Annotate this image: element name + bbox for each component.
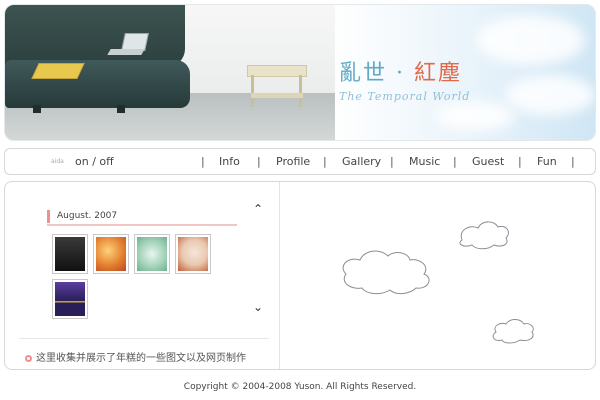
table-leg <box>251 75 254 107</box>
cloud-icon <box>492 319 534 344</box>
gallery-panel: August. 2007 ⌃ ⌄ 这里收集并展示了年糕的一些图文以及网页制作 <box>5 182 280 369</box>
sofa-seat <box>5 60 190 108</box>
site-subtitle: The Temporal World <box>339 90 471 103</box>
note-text: 这里收集并展示了年糕的一些图文以及网页制作 <box>36 353 246 364</box>
header-banner: 亂世 · 紅塵 The Temporal World <box>4 4 596 141</box>
sofa-back <box>5 5 185 67</box>
date-header: August. 2007 <box>47 210 237 226</box>
site-title-dot: · <box>396 61 406 86</box>
nav-separator: | <box>453 155 457 168</box>
bullet-circle-icon <box>25 355 32 362</box>
table-leg <box>299 75 302 107</box>
nav-separator: | <box>201 155 205 168</box>
thumbnail-orange-anime[interactable] <box>93 234 129 274</box>
footer-copyright: Copyright © 2004-2008 Yuson. All Rights … <box>183 382 417 392</box>
display-panel <box>280 182 595 369</box>
sky-cloud <box>505 75 595 115</box>
cloud-icon <box>342 250 430 295</box>
thumbnail-image <box>178 237 208 271</box>
nav-item-info[interactable]: Info <box>219 155 240 168</box>
nav-separator: | <box>390 155 394 168</box>
laptop-base <box>107 49 145 55</box>
text-tag: aida <box>51 158 64 165</box>
nav-item-fun[interactable]: Fun <box>537 155 557 168</box>
panel-divider <box>19 338 269 339</box>
nav-separator: | <box>323 155 327 168</box>
scroll-up-icon[interactable]: ⌃ <box>253 202 263 216</box>
site-title: 亂世 · 紅塵 <box>339 55 462 87</box>
nav-item-guest[interactable]: Guest <box>472 155 504 168</box>
site-title-part1: 亂世 <box>339 61 388 86</box>
main-content: August. 2007 ⌃ ⌄ 这里收集并展示了年糕的一些图文以及网页制作 <box>4 181 596 370</box>
clouds-illustration <box>342 221 534 344</box>
nav-separator: | <box>571 155 575 168</box>
yellow-box <box>31 63 85 79</box>
thumbnail-image <box>55 237 85 271</box>
thumbnail-dark-scene[interactable] <box>52 234 88 274</box>
site-title-part2: 紅塵 <box>414 61 463 86</box>
nav-item-music[interactable]: Music <box>409 155 440 168</box>
nav-item-gallery[interactable]: Gallery <box>342 155 381 168</box>
thumbnail-image <box>96 237 126 271</box>
date-marker <box>47 210 50 223</box>
nav-item-profile[interactable]: Profile <box>276 155 310 168</box>
gallery-note: 这里收集并展示了年糕的一些图文以及网页制作 <box>25 349 246 364</box>
nav-bar: aida on / off | Info | Profile | Gallery… <box>4 148 596 175</box>
thumbnail-purple-banner[interactable] <box>52 279 88 319</box>
thumbnail-image <box>55 282 85 316</box>
sky-cloud <box>475 15 585 65</box>
nav-separator: | <box>257 155 261 168</box>
side-table <box>247 65 307 77</box>
sofa-leg <box>33 105 41 113</box>
sky-cloud <box>435 101 515 131</box>
thumbnail-green-anime[interactable] <box>134 234 170 274</box>
table-shelf <box>251 93 303 98</box>
nav-separator: | <box>518 155 522 168</box>
thumbnail-image <box>137 237 167 271</box>
date-label: August. 2007 <box>57 211 118 221</box>
on-off-toggle[interactable]: on / off <box>75 155 114 168</box>
cloud-icon <box>459 221 509 250</box>
thumbnail-redhead-girl[interactable] <box>175 234 211 274</box>
sofa-leg <box>117 105 125 113</box>
scroll-down-icon[interactable]: ⌄ <box>253 300 263 314</box>
